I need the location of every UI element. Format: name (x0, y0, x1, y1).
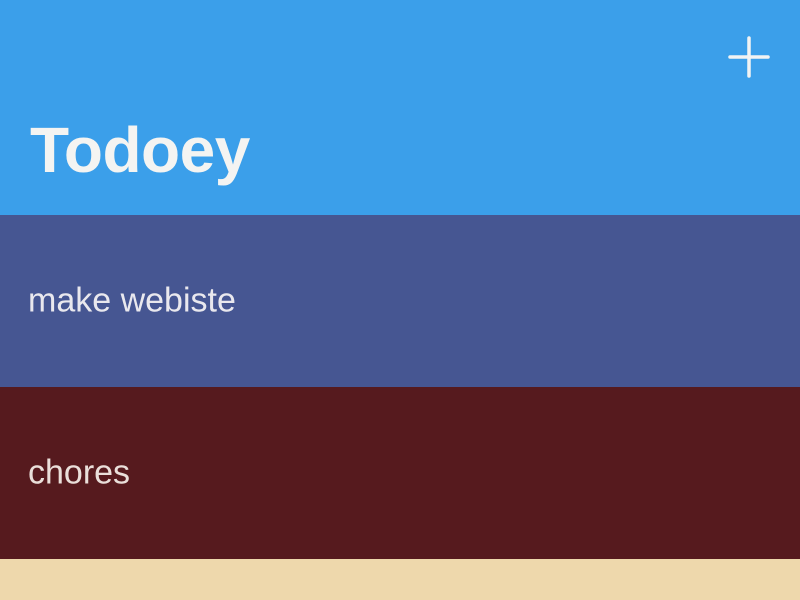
app-screen: Todoey make webiste chores (0, 0, 800, 600)
plus-icon (728, 36, 770, 78)
add-category-button[interactable] (722, 30, 776, 84)
navigation-bar: Todoey (0, 0, 800, 215)
category-row-make-webiste[interactable]: make webiste (0, 215, 800, 387)
category-row-chores[interactable]: chores (0, 387, 800, 559)
category-label: chores (28, 453, 131, 492)
page-title: Todoey (30, 114, 250, 186)
category-row-partial[interactable] (0, 559, 800, 600)
category-list: make webiste chores (0, 215, 800, 600)
category-label: make webiste (28, 281, 236, 320)
